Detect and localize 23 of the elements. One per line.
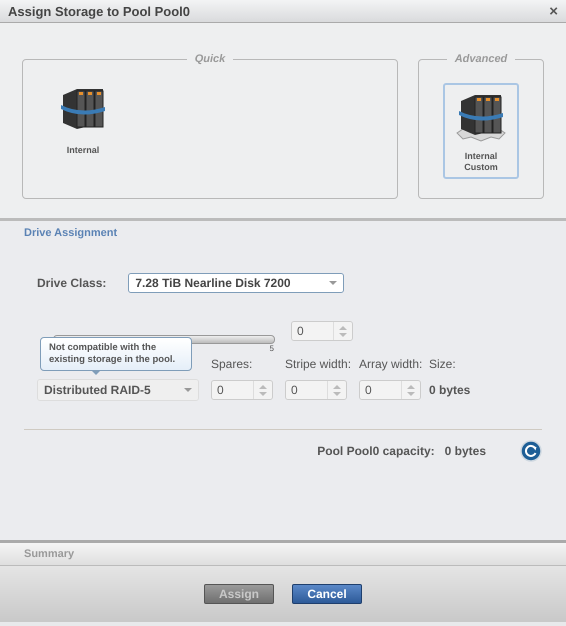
refresh-button[interactable] [520,440,542,462]
refresh-icon [520,440,542,462]
summary-heading: Summary [0,543,566,566]
caret-icon [184,388,192,392]
group-legend: Quick [186,53,234,65]
array-width-label: Array width: [359,357,424,371]
close-button[interactable]: × [549,2,558,20]
storage-option[interactable]: Internal Custom [443,83,519,179]
storage-option[interactable]: Internal [45,77,121,162]
size-label: Size: [429,357,457,371]
window-title: Assign Storage to Pool Pool0 [8,4,190,18]
group-legend: Advanced [446,53,516,65]
cancel-button[interactable]: Cancel [292,584,362,604]
spares-label: Spares: [211,357,254,371]
slider-max-label: 5 [270,344,274,353]
caret-icon [329,281,338,285]
drive-class-label: Drive Class: [37,276,106,290]
section-heading: Drive Assignment [24,227,118,239]
stripe-width-label: Stripe width: [285,357,352,371]
capacity-value: 0 bytes [444,444,486,458]
capacity-label: Pool Pool0 capacity: [317,444,435,458]
size-value: 0 bytes [429,383,472,397]
drive-class-dropdown[interactable]: 7.28 TiB Nearline Disk 7200 [128,273,344,293]
